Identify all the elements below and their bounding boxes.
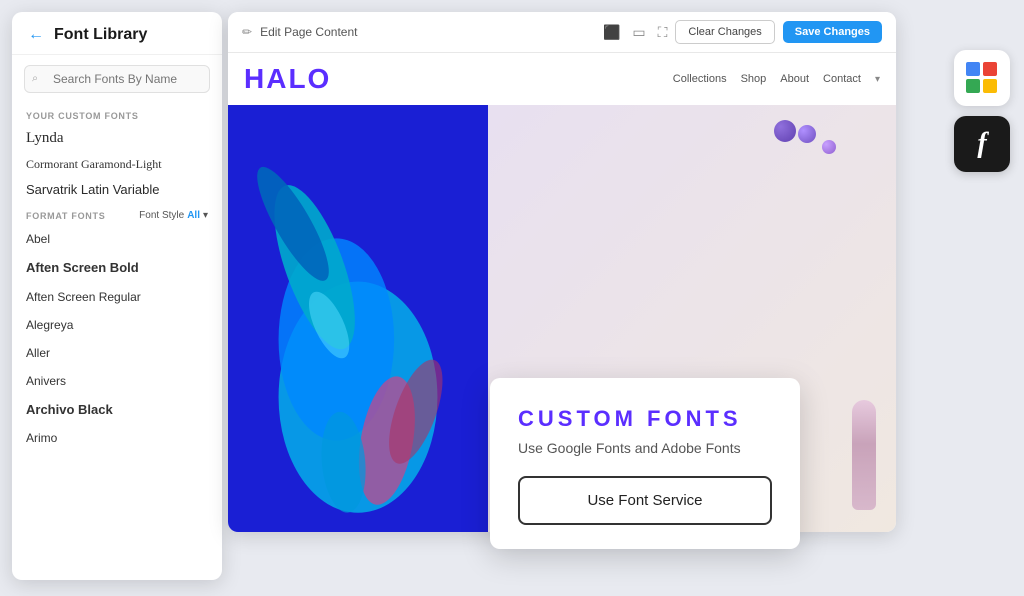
site-image-left — [228, 105, 488, 532]
font-item-aften-bold[interactable]: Aften Screen Bold — [12, 253, 222, 283]
font-style-value: All — [187, 210, 200, 221]
custom-fonts-card-subtitle: Use Google Fonts and Adobe Fonts — [518, 440, 772, 456]
search-input[interactable] — [24, 65, 210, 93]
google-blue-cell — [966, 62, 980, 76]
font-library-panel: ← Font Library ⌕ YOUR CUSTOM FONTS Lynda… — [12, 12, 222, 580]
google-yellow-cell — [983, 79, 997, 93]
panel-title: Font Library — [54, 26, 147, 44]
custom-fonts-section-label: YOUR CUSTOM FONTS — [12, 103, 222, 125]
expand-icon[interactable]: ⛶ — [658, 24, 668, 41]
font-style-label: Font Style — [139, 210, 184, 221]
hand-illustration — [228, 105, 488, 532]
adobe-f-logo: f — [977, 128, 986, 160]
edit-pencil-icon: ✏ — [242, 25, 252, 39]
font-style-selector[interactable]: Font Style All ▾ — [139, 210, 208, 221]
font-item-abel[interactable]: Abel — [12, 225, 222, 253]
bubble-3 — [774, 120, 796, 142]
bubble-1 — [798, 125, 816, 143]
clear-changes-button[interactable]: Clear Changes — [675, 20, 774, 44]
custom-font-cormorant[interactable]: Cormorant Garamond-Light — [12, 152, 222, 177]
font-item-archivo-black[interactable]: Archivo Black — [12, 395, 222, 425]
editor-toolbar: ✏ Edit Page Content ⬛ ▭ ⛶ Clear Changes … — [228, 12, 896, 53]
font-item-aller[interactable]: Aller — [12, 339, 222, 367]
site-nav-links: Collections Shop About Contact ▾ — [673, 73, 880, 85]
format-fonts-header: FORMAT FONTS Font Style All ▾ — [12, 202, 222, 225]
edit-page-label: Edit Page Content — [260, 25, 595, 39]
font-item-alegreya[interactable]: Alegreya — [12, 311, 222, 339]
custom-font-sarvatrik[interactable]: Sarvatrik Latin Variable — [12, 177, 222, 202]
google-logo — [966, 62, 998, 94]
format-fonts-label: FORMAT FONTS — [26, 211, 105, 221]
toolbar-icons: ⬛ ▭ ⛶ — [603, 24, 667, 41]
nav-dropdown-icon[interactable]: ▾ — [875, 74, 880, 85]
panel-header: ← Font Library — [12, 12, 222, 55]
monitor-icon[interactable]: ⬛ — [603, 24, 620, 41]
custom-fonts-card: CUSTOM FONTS Use Google Fonts and Adobe … — [490, 378, 800, 549]
font-list: Abel Aften Screen Bold Aften Screen Regu… — [12, 225, 222, 580]
use-font-service-button[interactable]: Use Font Service — [518, 476, 772, 525]
bottle-5 — [852, 400, 876, 510]
tablet-icon[interactable]: ▭ — [632, 24, 645, 41]
custom-font-lynda[interactable]: Lynda — [12, 125, 222, 152]
save-changes-button[interactable]: Save Changes — [783, 21, 882, 43]
site-nav: HALO Collections Shop About Contact ▾ — [228, 53, 896, 105]
nav-shop[interactable]: Shop — [741, 73, 767, 85]
font-style-dropdown-icon: ▾ — [203, 210, 208, 221]
google-fonts-icon[interactable] — [954, 50, 1010, 106]
font-item-anivers[interactable]: Anivers — [12, 367, 222, 395]
search-icon: ⌕ — [32, 73, 38, 86]
nav-about[interactable]: About — [780, 73, 809, 85]
back-button[interactable]: ← — [28, 26, 44, 44]
nav-collections[interactable]: Collections — [673, 73, 727, 85]
google-red-cell — [983, 62, 997, 76]
custom-fonts-card-title: CUSTOM FONTS — [518, 406, 772, 432]
site-logo: HALO — [244, 63, 331, 95]
search-box: ⌕ — [24, 65, 210, 93]
bubble-2 — [822, 140, 836, 154]
google-green-cell — [966, 79, 980, 93]
font-item-arimo[interactable]: Arimo — [12, 424, 222, 452]
nav-contact[interactable]: Contact — [823, 73, 861, 85]
adobe-fonts-icon[interactable]: f — [954, 116, 1010, 172]
font-item-aften-regular[interactable]: Aften Screen Regular — [12, 283, 222, 311]
